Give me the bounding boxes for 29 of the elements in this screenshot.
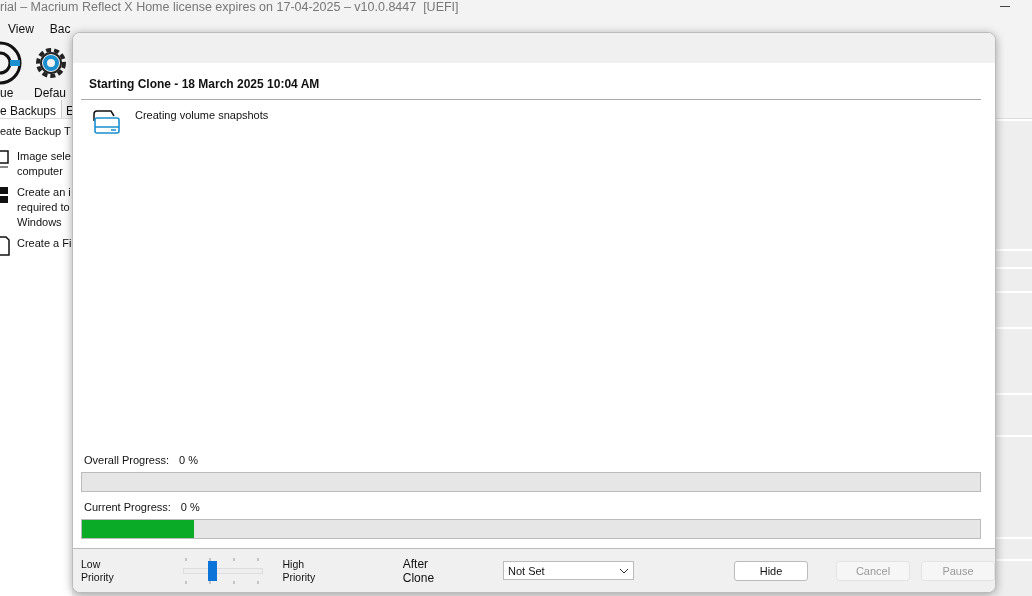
dialog-button[interactable]: Hide — [734, 560, 808, 581]
task-link[interactable]: Image sele computer — [17, 149, 71, 179]
chevron-down-icon — [619, 567, 629, 574]
task-link[interactable]: Create a Fi — [17, 236, 72, 256]
progress-reading: 0 % — [179, 454, 198, 466]
file-icon — [0, 236, 10, 256]
priority-slider[interactable] — [182, 555, 263, 586]
task-link[interactable]: Create an i required to Windows — [17, 185, 71, 230]
log-message: Creating volume snapshots — [135, 109, 269, 121]
windows-icon — [0, 185, 10, 205]
tab[interactable]: e Backups — [0, 100, 63, 118]
progress-label: Current Progress: — [84, 501, 171, 513]
lifebuoy-icon — [0, 40, 22, 86]
section-heading: eate Backup T — [0, 125, 72, 137]
priority-label: High Priority — [282, 557, 317, 584]
progress-label: Overall Progress: — [84, 454, 169, 466]
minimize-icon — [1000, 6, 1010, 8]
toolbar-label[interactable]: Defau — [34, 86, 67, 100]
menu-item[interactable]: View — [8, 22, 34, 36]
priority-label: Low Priority — [81, 557, 115, 584]
window-title: rial – Macrium Reflect X Home license expires on 17-04-2025 – v10.0.8447 [UEFI] — [0, 0, 459, 14]
menu-item[interactable]: Bac — [49, 22, 71, 36]
dialog-title: Starting Clone - 18 March 2025 10:04 AM — [81, 77, 981, 100]
monitor-icon — [0, 149, 10, 169]
drive-icon — [91, 109, 121, 135]
toolbar-label[interactable]: ue — [0, 86, 14, 100]
after-clone-dropdown[interactable]: Not Set — [502, 561, 634, 580]
progress-reading: 0 % — [180, 501, 200, 513]
field-label: After Clone — [402, 556, 436, 585]
